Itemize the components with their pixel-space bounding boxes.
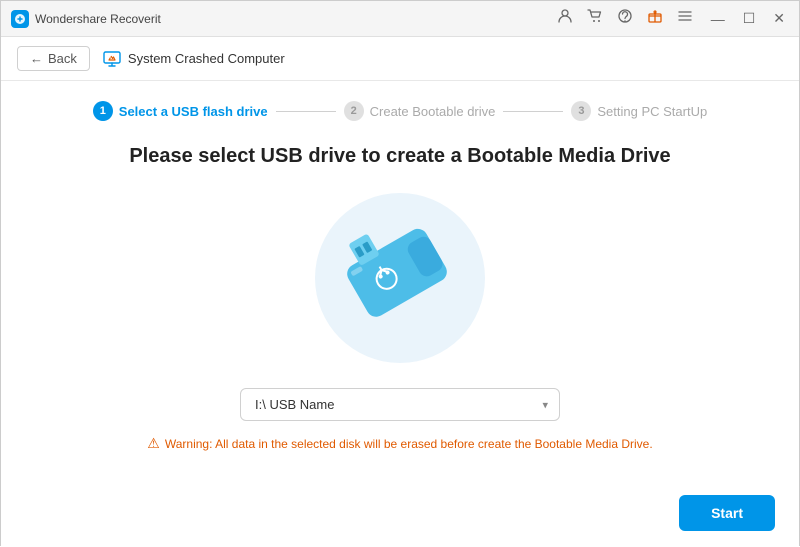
step-3-circle: 3 bbox=[571, 101, 591, 121]
main-content: 1 Select a USB flash drive 2 Create Boot… bbox=[1, 81, 799, 547]
step-2-circle: 2 bbox=[344, 101, 364, 121]
back-arrow-icon: ← bbox=[30, 51, 43, 66]
step-3-label: Setting PC StartUp bbox=[597, 104, 707, 119]
app-icon bbox=[11, 10, 29, 28]
usb-dropdown[interactable]: I:\ USB Name bbox=[240, 388, 560, 421]
warning-icon: ⚠ bbox=[147, 435, 160, 452]
back-label: Back bbox=[48, 51, 77, 66]
close-button[interactable]: ✕ bbox=[769, 8, 789, 29]
title-bar-right: — ☐ ✕ bbox=[557, 8, 789, 29]
step-1: 1 Select a USB flash drive bbox=[93, 101, 268, 121]
maximize-button[interactable]: ☐ bbox=[739, 8, 760, 29]
back-button[interactable]: ← Back bbox=[17, 46, 90, 71]
usb-drive-svg bbox=[300, 188, 500, 368]
system-crash-icon bbox=[102, 49, 122, 69]
step-2: 2 Create Bootable drive bbox=[344, 101, 496, 121]
title-bar-left: Wondershare Recoverit bbox=[11, 10, 161, 28]
title-bar: Wondershare Recoverit bbox=[1, 1, 799, 37]
step-3: 3 Setting PC StartUp bbox=[571, 101, 707, 121]
main-heading: Please select USB drive to create a Boot… bbox=[129, 145, 670, 168]
start-button[interactable]: Start bbox=[679, 495, 775, 531]
step-2-label: Create Bootable drive bbox=[370, 104, 496, 119]
support-icon[interactable] bbox=[617, 8, 633, 29]
usb-illustration bbox=[300, 188, 500, 368]
warning-text: Warning: All data in the selected disk w… bbox=[165, 437, 653, 451]
window-controls: — ☐ ✕ bbox=[707, 8, 789, 29]
gift-icon[interactable] bbox=[647, 8, 663, 29]
nav-tab: System Crashed Computer bbox=[102, 49, 285, 69]
menu-icon[interactable] bbox=[677, 8, 693, 29]
warning-message: ⚠ Warning: All data in the selected disk… bbox=[147, 435, 652, 452]
nav-bar: ← Back System Crashed Computer bbox=[1, 37, 799, 81]
nav-tab-label: System Crashed Computer bbox=[128, 51, 285, 66]
step-1-circle: 1 bbox=[93, 101, 113, 121]
app-title: Wondershare Recoverit bbox=[35, 12, 161, 26]
minimize-button[interactable]: — bbox=[707, 9, 729, 29]
dropdown-wrapper: I:\ USB Name ▾ bbox=[240, 388, 560, 421]
step-connector-1 bbox=[276, 111, 336, 112]
dropdown-container: I:\ USB Name ▾ bbox=[240, 388, 560, 421]
step-1-label: Select a USB flash drive bbox=[119, 104, 268, 119]
step-connector-2 bbox=[503, 111, 563, 112]
steps-bar: 1 Select a USB flash drive 2 Create Boot… bbox=[41, 101, 759, 121]
user-icon[interactable] bbox=[557, 8, 573, 29]
cart-icon[interactable] bbox=[587, 8, 603, 29]
